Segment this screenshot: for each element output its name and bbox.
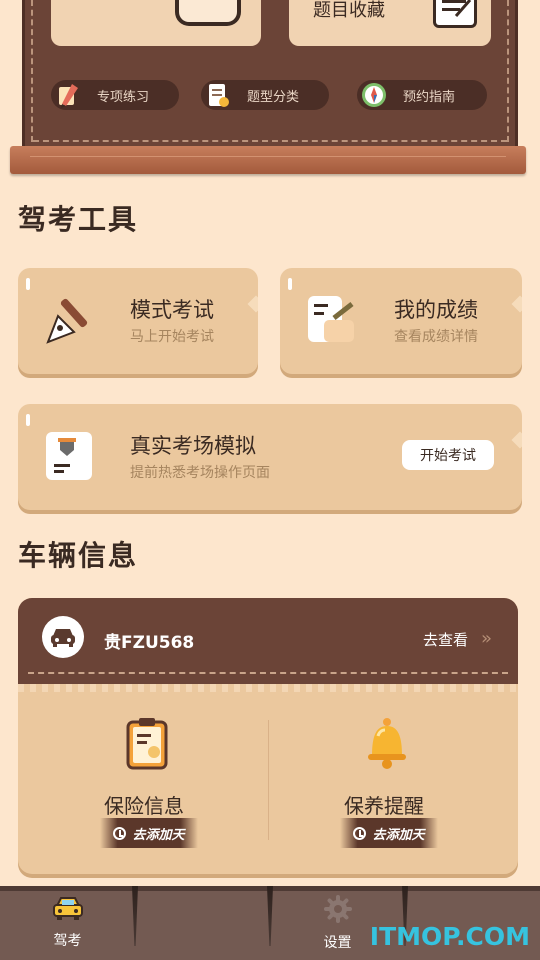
header-stitch: [28, 672, 508, 674]
pill-question-types[interactable]: 题型分类: [201, 80, 329, 110]
maintenance-add-label: 去添加天: [372, 827, 425, 843]
practice-card[interactable]: [51, 0, 261, 46]
card-decoration: [288, 278, 292, 290]
car-avatar-icon: [42, 616, 84, 658]
pill-label: 题型分类: [247, 89, 300, 105]
start-exam-button[interactable]: 开始考试: [402, 440, 494, 470]
document-icon: [203, 80, 233, 110]
pill-label: 专项练习: [97, 89, 150, 105]
pill-special-practice[interactable]: 专项练习: [51, 80, 179, 110]
board-stitch-bottom: [33, 140, 507, 142]
maintenance-add-button[interactable]: 去添加天: [340, 818, 438, 848]
watermark: ITMOP.COM: [369, 922, 530, 951]
scorecard-icon: [306, 294, 356, 344]
board-stitch-left: [31, 0, 33, 142]
maintenance-label: 保养提醒: [344, 794, 424, 818]
view-vehicle-link[interactable]: 去查看: [423, 629, 468, 650]
nav-item-2[interactable]: [135, 886, 270, 960]
vehicle-header[interactable]: 贵FZU568 去查看 »: [18, 598, 518, 692]
pill-label: 预约指南: [403, 89, 456, 105]
mock-exam-title: 模式考试: [130, 298, 214, 322]
real-exam-card[interactable]: 真实考场模拟 提前热悉考场操作页面 开始考试: [18, 404, 522, 510]
license-plate: 贵FZU568: [104, 633, 195, 653]
pen-nib-icon: [44, 294, 94, 344]
insurance-add-label: 去添加天: [132, 827, 185, 843]
top-board: 题目收藏 专项练习 题型分类 预约指南: [22, 0, 518, 152]
bell-icon: [362, 716, 412, 772]
vehicle-card: 贵FZU568 去查看 » 保险信息 去添加天 保养提醒 去添加天: [18, 598, 518, 874]
my-scores-card[interactable]: 我的成绩 查看成绩详情: [280, 268, 522, 374]
vehicle-section-title: 车辆信息: [18, 539, 139, 572]
my-scores-subtitle: 查看成绩详情: [394, 329, 478, 345]
pencil-icon: [53, 80, 83, 110]
book-icon: [175, 0, 241, 26]
real-exam-subtitle: 提前热悉考场操作页面: [130, 465, 270, 481]
torn-edge: [18, 684, 518, 692]
gear-icon: [323, 894, 353, 928]
nav-item-driving-test[interactable]: 驾考: [0, 886, 135, 960]
board-shelf: [10, 146, 526, 174]
board-stitch-right: [507, 0, 509, 142]
compass-icon: [359, 80, 389, 110]
my-scores-title: 我的成绩: [394, 298, 478, 322]
double-chevron-right-icon: »: [480, 628, 492, 649]
insurance-add-button[interactable]: 去添加天: [100, 818, 198, 848]
pill-booking-guide[interactable]: 预约指南: [357, 80, 487, 110]
notebook-icon: [433, 0, 477, 28]
mock-exam-card[interactable]: 模式考试 马上开始考试: [18, 268, 258, 374]
real-exam-title: 真实考场模拟: [130, 434, 256, 458]
favorites-label: 题目收藏: [313, 0, 385, 21]
clock-icon: [113, 826, 127, 840]
card-decoration: [26, 278, 30, 290]
tools-section-title: 驾考工具: [18, 203, 139, 236]
nav-label: 驾考: [53, 933, 82, 949]
nav-label: 设置: [323, 935, 352, 951]
insurance-label: 保险信息: [104, 794, 184, 818]
mock-exam-subtitle: 马上开始考试: [130, 329, 214, 345]
exam-paper-icon: [44, 430, 94, 480]
clock-icon: [353, 826, 367, 840]
favorites-card[interactable]: 题目收藏: [289, 0, 491, 46]
car-icon: [51, 894, 85, 926]
insurance-clipboard-icon: [122, 716, 172, 772]
card-decoration: [26, 414, 30, 426]
vehicle-divider: [268, 720, 269, 840]
